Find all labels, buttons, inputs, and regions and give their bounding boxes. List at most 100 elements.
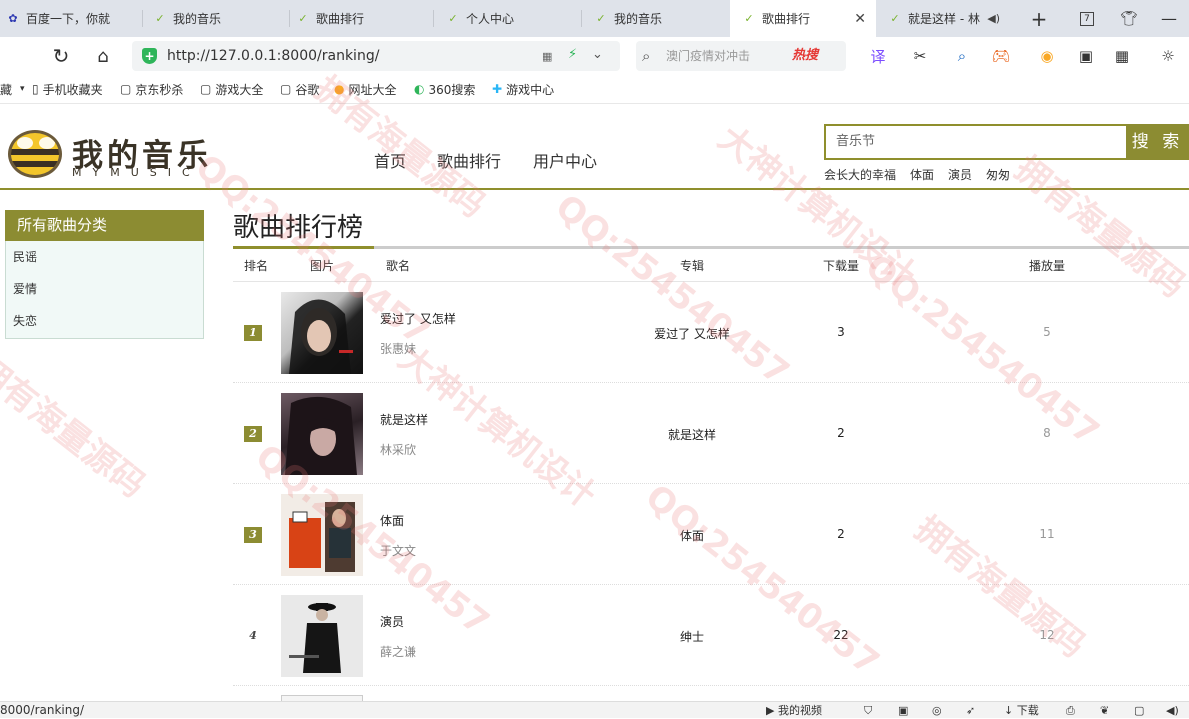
coin-icon[interactable]: ◉ xyxy=(1030,37,1064,75)
leaf-icon[interactable]: ❦ xyxy=(1100,702,1109,719)
bookmark-item[interactable]: ✚ 游戏中心 xyxy=(492,75,554,103)
header-cover: 图片 xyxy=(310,259,335,273)
song-title[interactable]: 体面 xyxy=(380,512,404,529)
translate-icon[interactable]: 译 xyxy=(864,37,892,75)
bookmark-item[interactable]: ◐ 360搜索 xyxy=(414,75,475,103)
site-search-button[interactable]: 搜 索 xyxy=(1126,124,1189,160)
album-name: 体面 xyxy=(679,529,704,543)
browser-tab-active[interactable]: ✓ 歌曲排行 ✕ xyxy=(730,0,876,37)
table-row[interactable]: 3 体面 于文文 体面 2 11 xyxy=(233,484,1189,585)
baidu-icon: ✿ xyxy=(8,12,18,25)
tab-count-button[interactable]: 7 xyxy=(1072,0,1102,37)
scissors-icon[interactable]: ✂ xyxy=(906,37,934,75)
cover-art-image xyxy=(289,299,353,374)
watermark-text: 拥有海量源码 xyxy=(0,348,153,506)
hot-search-label[interactable]: 热搜 xyxy=(792,41,818,71)
lightning-icon[interactable]: ⚡ xyxy=(568,47,577,62)
globe-icon: ● xyxy=(334,82,345,96)
site-search-input[interactable]: 音乐节 xyxy=(824,124,1126,160)
hot-words: 会长大的幸福 体面 演员 匆匆 xyxy=(824,166,1010,183)
music-site-icon: ✓ xyxy=(298,12,308,25)
browser-tab[interactable]: ✓ 个人中心 xyxy=(434,0,582,37)
album-cover[interactable] xyxy=(281,292,363,374)
site-logo[interactable]: 我的音乐 MYMUSIC xyxy=(8,126,218,182)
browser-tab[interactable]: ✓ 我的音乐 xyxy=(143,0,290,37)
browser-tab[interactable]: ✓ 歌曲排行 xyxy=(290,0,434,37)
bookmark-item[interactable]: ▯ 手机收藏夹 xyxy=(32,75,103,103)
album-cover[interactable] xyxy=(281,494,363,576)
bookmark-item[interactable]: ▢ 京东秒杀 xyxy=(120,75,183,103)
category-item-folk[interactable]: 民谣 xyxy=(6,241,203,273)
page-title: 歌曲排行榜 xyxy=(233,213,364,243)
hot-word-link[interactable]: 体面 xyxy=(910,166,934,183)
reload-icon[interactable]: ↻ xyxy=(46,37,76,75)
qr-code-icon[interactable]: ▦ xyxy=(542,50,552,63)
home-icon[interactable]: ⌂ xyxy=(88,37,118,75)
page-icon: ▢ xyxy=(200,82,212,96)
browser-tab[interactable]: ✓ 就是这样 - 林 ◀) xyxy=(876,0,1004,37)
window-icon[interactable]: ▢ xyxy=(1134,702,1144,719)
singer-name[interactable]: 于文文 xyxy=(380,542,416,559)
nav-home[interactable]: 首页 xyxy=(374,148,406,172)
hot-word-link[interactable]: 演员 xyxy=(948,166,972,183)
minimize-icon[interactable]: — xyxy=(1154,0,1184,37)
speaker-icon[interactable]: ◀) xyxy=(1166,702,1179,719)
brightness-icon[interactable]: ☼ xyxy=(1154,37,1182,75)
image-icon[interactable]: ▣ xyxy=(898,702,908,719)
singer-name[interactable]: 薛之谦 xyxy=(380,643,416,660)
rank-badge: 1 xyxy=(244,325,262,341)
shirt-icon[interactable]: 👕︎ xyxy=(1114,0,1144,37)
singer-name[interactable]: 张惠妹 xyxy=(380,340,416,357)
browser-tab[interactable]: ✓ 我的音乐 xyxy=(582,0,730,37)
close-icon[interactable]: ✕ xyxy=(854,11,866,27)
singer-name[interactable]: 林采欣 xyxy=(380,441,416,458)
song-title[interactable]: 演员 xyxy=(380,613,404,630)
browser-tab[interactable]: ✿ 百度一下，你就 xyxy=(0,0,143,37)
address-bar[interactable]: + http://127.0.0.1:8000/ranking/ ▦ ⚡ ⌄ xyxy=(132,41,620,71)
chevron-down-icon[interactable]: ⌄ xyxy=(592,47,603,62)
tab-label: 个人中心 xyxy=(466,12,515,26)
table-row[interactable]: 4 演员 薛之谦 绅士 22 12 xyxy=(233,585,1189,686)
header-plays: 播放量 xyxy=(1029,259,1066,273)
printer-icon[interactable]: ⎙ xyxy=(1066,702,1075,719)
album-cover[interactable] xyxy=(281,393,363,475)
magnifier-icon[interactable]: ⌕ xyxy=(948,37,976,75)
category-item-love[interactable]: 爱情 xyxy=(6,273,203,305)
search-placeholder: 澳门疫情对冲击 xyxy=(666,49,751,63)
nav-user-center[interactable]: 用户中心 xyxy=(533,148,597,172)
my-videos-button[interactable]: ▶ 我的视频 xyxy=(766,702,822,719)
game-icon[interactable]: ◎ xyxy=(932,702,942,719)
album-name: 爱过了 又怎样 xyxy=(654,327,730,341)
browser-search-box[interactable]: ⌕ 澳门疫情对冲击 热搜 xyxy=(636,41,846,71)
site-search: 音乐节 搜 索 xyxy=(824,124,1189,160)
bookmark-item[interactable]: ▢ 游戏大全 xyxy=(200,75,263,103)
gamepad-icon[interactable]: 🎮︎ xyxy=(984,37,1018,75)
bee-logo-icon xyxy=(8,130,62,178)
page-icon: ▢ xyxy=(280,82,292,96)
hot-word-link[interactable]: 匆匆 xyxy=(986,166,1010,183)
category-item-heartbreak[interactable]: 失恋 xyxy=(6,305,203,337)
wallet-icon[interactable]: ▣ xyxy=(1072,37,1100,75)
rocket-icon[interactable]: ➶ xyxy=(966,702,975,719)
url-text[interactable]: http://127.0.0.1:8000/ranking/ xyxy=(167,41,379,71)
shield-status-icon[interactable]: ⛉ xyxy=(864,702,872,719)
music-site-icon: ✓ xyxy=(744,12,754,25)
hot-word-link[interactable]: 会长大的幸福 xyxy=(824,166,896,183)
bookmark-item[interactable]: ▢ 谷歌 xyxy=(280,75,319,103)
search-360-icon: ◐ xyxy=(414,82,425,96)
speaker-icon[interactable]: ◀) xyxy=(987,12,1000,25)
tab-label: 就是这样 - 林 xyxy=(908,12,980,26)
back-icon[interactable] xyxy=(0,37,14,75)
album-cover[interactable] xyxy=(281,595,363,677)
bookmark-item[interactable]: ● 网址大全 xyxy=(334,75,397,103)
song-title[interactable]: 就是这样 xyxy=(380,411,428,428)
bookmark-item[interactable]: 藏 ▾ xyxy=(0,75,25,103)
apps-grid-icon[interactable]: ▦ xyxy=(1108,37,1136,75)
nav-ranking[interactable]: 歌曲排行 xyxy=(437,148,501,172)
table-row[interactable]: 2 就是这样 林采欣 就是这样 2 8 xyxy=(233,383,1189,484)
table-row[interactable]: 1 爱过了 又怎样 张惠妹 爱过了 又怎样 3 5 xyxy=(233,282,1189,383)
new-tab-icon[interactable]: + xyxy=(1024,0,1054,37)
song-title[interactable]: 爱过了 又怎样 xyxy=(380,310,456,327)
download-button[interactable]: ↓ 下载 xyxy=(1004,702,1039,719)
rank-badge: 4 xyxy=(249,629,257,642)
